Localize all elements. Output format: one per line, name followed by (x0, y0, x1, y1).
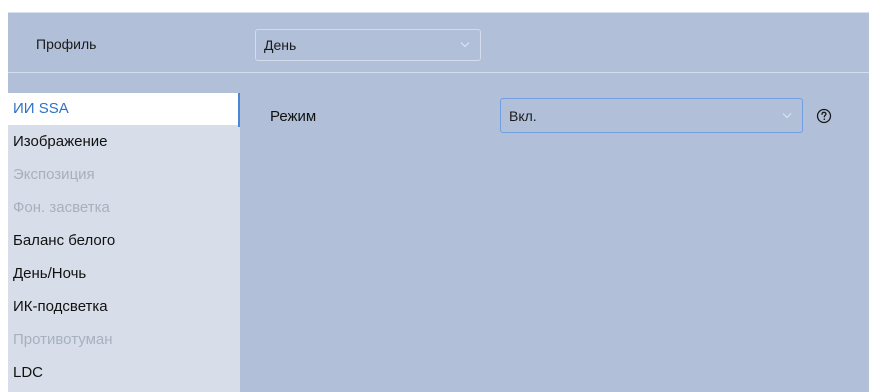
active-indicator (238, 93, 240, 127)
sidebar-item-ldc[interactable]: LDC (8, 357, 240, 389)
sidebar-item-white-balance[interactable]: Баланс белого (8, 225, 240, 257)
sidebar-item-label: ИИ SSA (13, 100, 69, 117)
sidebar-item-image[interactable]: Изображение (8, 126, 240, 158)
bar-divider (8, 72, 869, 73)
sidebar-item-label: Противотуман (13, 331, 113, 348)
mode-select[interactable]: Вкл. (500, 98, 803, 133)
sidebar-menu: ИИ SSA Изображение Экспозиция Фон. засве… (8, 93, 240, 392)
sidebar-item-label: Фон. засветка (13, 199, 110, 216)
sidebar-item-label: Экспозиция (13, 166, 95, 183)
question-circle-icon[interactable] (816, 108, 832, 124)
profile-select-value: День (264, 37, 297, 53)
sidebar-item-label: Баланс белого (13, 232, 116, 249)
sidebar-item-ir-light[interactable]: ИК-подсветка (8, 291, 240, 323)
sidebar-item-label: ИК-подсветка (13, 298, 108, 315)
sidebar-item-label: LDC (13, 364, 44, 381)
sidebar-item-backlight: Фон. засветка (8, 192, 240, 224)
sidebar-item-exposure: Экспозиция (8, 159, 240, 191)
chevron-down-icon (460, 42, 470, 48)
sidebar-item-defog: Противотуман (8, 324, 240, 356)
profile-bar: Профиль День (8, 12, 869, 73)
sidebar-item-label: Изображение (13, 133, 108, 150)
chevron-down-icon (782, 112, 792, 118)
mode-label: Режим (270, 108, 317, 125)
profile-label: Профиль (36, 36, 97, 52)
settings-panel: Профиль День ИИ SSA Изображение Экспозиц… (8, 12, 869, 392)
mode-select-value: Вкл. (509, 107, 537, 124)
sidebar-item-label: День/Ночь (13, 265, 87, 282)
sidebar-item-day-night[interactable]: День/Ночь (8, 258, 240, 290)
sidebar-item-ai-ssa[interactable]: ИИ SSA (8, 93, 240, 125)
top-divider (8, 12, 869, 13)
profile-select[interactable]: День (255, 29, 481, 61)
